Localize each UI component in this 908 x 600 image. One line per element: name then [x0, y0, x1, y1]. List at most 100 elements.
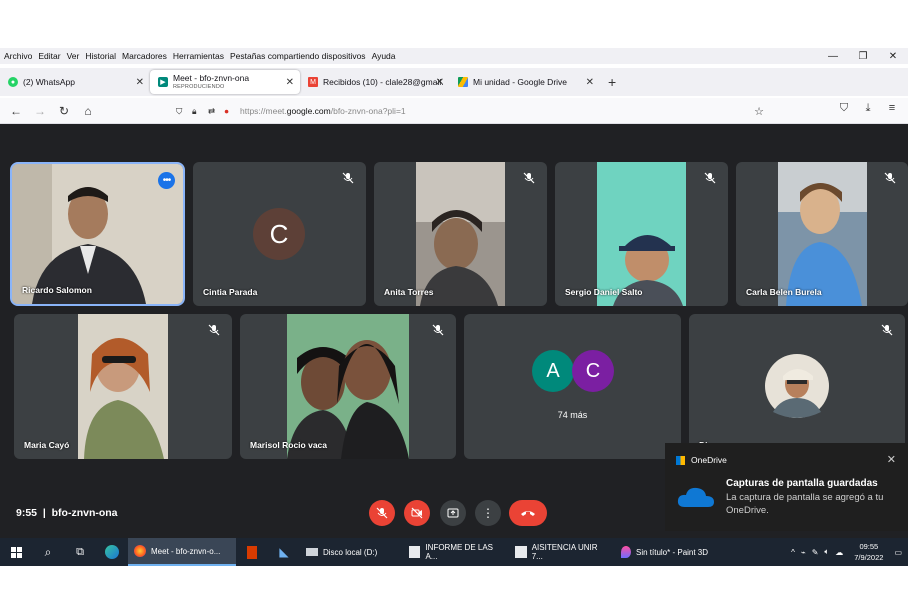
- download-icon[interactable]: ⤓: [856, 102, 880, 115]
- drive-icon: [458, 77, 468, 87]
- menu-icon[interactable]: ≡: [880, 102, 904, 115]
- bookmark-star-icon[interactable]: ☆: [754, 105, 764, 118]
- close-tab-icon[interactable]: ✕: [436, 77, 444, 88]
- more-participants-count: 74 más: [557, 410, 588, 420]
- close-tab-icon[interactable]: ✕: [586, 77, 594, 88]
- shield-icon[interactable]: ⛉: [176, 106, 192, 117]
- participant-tile[interactable]: ••• Ricardo Salomon: [10, 162, 185, 306]
- menu-pestanas[interactable]: Pestañas compartiendo dispositivos: [230, 51, 366, 61]
- back-icon[interactable]: ←: [4, 104, 28, 118]
- office-icon[interactable]: [236, 538, 268, 566]
- menu-herramientas[interactable]: Herramientas: [173, 51, 224, 61]
- participant-name: Cintia Parada: [203, 287, 258, 297]
- taskbar-label: AISITENCIA UNIR 7...: [531, 543, 598, 561]
- onedrive-notification[interactable]: OneDrive ✕ Capturas de pantalla guardada…: [665, 443, 908, 531]
- taskbar-item-informe[interactable]: INFORME DE LAS A...: [403, 538, 509, 566]
- close-notification-icon[interactable]: ✕: [887, 453, 896, 466]
- more-options-icon[interactable]: •••: [158, 172, 175, 189]
- url-domain: google.com: [286, 106, 331, 116]
- clock[interactable]: 09:55 7/9/2022: [854, 541, 883, 563]
- tab-meet[interactable]: ▶ Meet - bfo-znvn-ona REPRODUCIENDO ✕: [150, 70, 300, 94]
- participant-avatar-photo: [765, 354, 829, 418]
- menu-editar[interactable]: Editar: [38, 51, 60, 61]
- taskbar-item-disk[interactable]: Disco local (D:): [300, 538, 403, 566]
- screen: Archivo Editar Ver Historial Marcadores …: [0, 0, 908, 600]
- participant-name: Carla Belen Burela: [746, 287, 822, 297]
- tab-gmail[interactable]: M Recibidos (10) - clale28@gmail. ✕: [300, 70, 450, 94]
- permissions-icon[interactable]: ⇄: [208, 106, 224, 117]
- restore-button[interactable]: ❐: [848, 51, 878, 62]
- firefox-icon: [134, 545, 146, 557]
- participant-tile[interactable]: Carla Belen Burela: [736, 162, 908, 306]
- lock-icon[interactable]: 🔒︎: [192, 106, 208, 117]
- participant-tile[interactable]: Sergio Daniel Salto: [555, 162, 728, 306]
- paint3d-icon: [621, 546, 631, 558]
- taskbar-item-asistencia[interactable]: AISITENCIA UNIR 7...: [509, 538, 615, 566]
- more-options-button[interactable]: ⋮: [475, 500, 501, 526]
- tab-label: Mi unidad - Google Drive: [473, 77, 568, 87]
- menu-archivo[interactable]: Archivo: [4, 51, 32, 61]
- task-view-icon[interactable]: ⧉: [64, 538, 96, 566]
- camera-off-icon: [411, 507, 423, 519]
- participant-name: Anita Torres: [384, 287, 434, 297]
- participant-tile[interactable]: Di...: [689, 314, 905, 459]
- participant-name: Ricardo Salomon: [22, 285, 92, 295]
- mic-off-icon: [881, 324, 893, 336]
- menu-historial[interactable]: Historial: [85, 51, 116, 61]
- close-tab-icon[interactable]: ✕: [286, 77, 294, 88]
- tab-label: Meet - bfo-znvn-ona: [173, 73, 250, 83]
- cloud-icon: [677, 487, 714, 507]
- mic-off-icon: [884, 172, 896, 184]
- notification-app-name: OneDrive: [691, 455, 727, 465]
- close-window-button[interactable]: ✕: [878, 51, 908, 62]
- participant-video: [778, 162, 867, 306]
- notification-center-icon[interactable]: ▭: [894, 548, 902, 557]
- clock-time: 09:55: [859, 542, 879, 551]
- pen-icon[interactable]: ✎: [812, 548, 819, 557]
- close-tab-icon[interactable]: ✕: [136, 77, 144, 88]
- camera-toggle-button[interactable]: [404, 500, 430, 526]
- whatsapp-icon: ●: [8, 77, 18, 87]
- tab-label: Recibidos (10) - clale28@gmail.: [323, 77, 444, 87]
- participant-tile[interactable]: Maria Cayó: [14, 314, 232, 459]
- more-participants-tile[interactable]: A C 74 más: [464, 314, 681, 459]
- mic-off-icon: [523, 172, 535, 184]
- tab-label: (2) WhatsApp: [23, 77, 75, 87]
- chevron-up-icon[interactable]: ^: [791, 548, 795, 557]
- url-bar[interactable]: ⛉ 🔒︎ ⇄ ● https://meet. google.com/bfo-znv…: [176, 101, 770, 121]
- leave-call-button[interactable]: [509, 500, 547, 526]
- participant-avatar: C: [253, 208, 305, 260]
- menu-marcadores[interactable]: Marcadores: [122, 51, 167, 61]
- reload-icon[interactable]: ↻: [52, 104, 76, 118]
- forward-icon[interactable]: →: [28, 104, 52, 118]
- app-icon[interactable]: ◣: [268, 538, 300, 566]
- home-icon[interactable]: ⌂: [76, 104, 100, 118]
- taskbar-item-meet[interactable]: Meet - bfo-znvn-o...: [128, 538, 236, 566]
- mic-toggle-button[interactable]: [369, 500, 395, 526]
- onedrive-app-icon: [676, 456, 685, 465]
- microphone-icon[interactable]: ●: [224, 106, 240, 116]
- pocket-icon[interactable]: ⛉: [832, 102, 856, 115]
- network-icon[interactable]: ⌁: [801, 548, 806, 557]
- participant-tile[interactable]: Marisol Rocio vaca: [240, 314, 456, 459]
- more-vert-icon: ⋮: [482, 506, 494, 520]
- windows-taskbar: ⌕ ⧉ Meet - bfo-znvn-o... ◣ Disco local (…: [0, 538, 908, 566]
- search-icon[interactable]: ⌕: [32, 538, 64, 566]
- participant-tile[interactable]: Anita Torres: [374, 162, 547, 306]
- new-tab-button[interactable]: +: [608, 74, 616, 90]
- cloud-tray-icon[interactable]: ☁: [835, 548, 843, 557]
- tab-drive[interactable]: Mi unidad - Google Drive ✕: [450, 70, 600, 94]
- taskbar-item-paint3d[interactable]: Sin título* - Paint 3D: [615, 538, 730, 566]
- menu-bar: Archivo Editar Ver Historial Marcadores …: [0, 48, 908, 64]
- volume-icon[interactable]: 🔈︎: [824, 547, 829, 557]
- menu-ver[interactable]: Ver: [67, 51, 80, 61]
- url-prefix: https://meet.: [240, 106, 287, 116]
- menu-ayuda[interactable]: Ayuda: [372, 51, 396, 61]
- notification-body: La captura de pantalla se agregó a tu On…: [726, 492, 884, 516]
- tab-whatsapp[interactable]: ● (2) WhatsApp ✕: [0, 70, 150, 94]
- start-button[interactable]: [0, 538, 32, 566]
- present-screen-button[interactable]: [440, 500, 466, 526]
- participant-tile[interactable]: C Cintia Parada: [193, 162, 366, 306]
- minimize-button[interactable]: —: [818, 51, 848, 62]
- edge-icon[interactable]: [96, 538, 128, 566]
